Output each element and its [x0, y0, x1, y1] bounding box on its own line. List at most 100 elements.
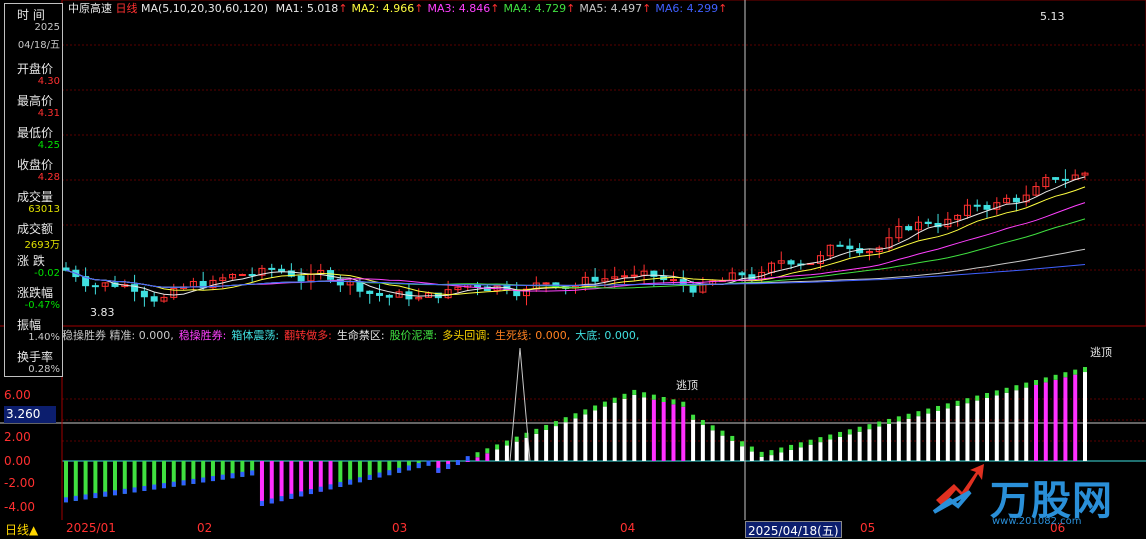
- indicator-bar: [573, 418, 578, 461]
- logo-url: www.201082.com: [992, 516, 1082, 527]
- indicator-bar: [83, 461, 88, 500]
- indicator-cap: [64, 497, 68, 503]
- quote-info-panel: 时 间 2025 04/18/五 开盘价 4.30 最高价 4.31 最低价 4.25 收盘…: [4, 3, 63, 377]
- quote-row: 收盘价 4.28: [5, 156, 62, 188]
- indicator-cap: [377, 472, 382, 478]
- cursor-date-box: 2025/04/18(五): [745, 521, 842, 538]
- indicator-bar: [681, 406, 686, 461]
- period-label[interactable]: 日线: [116, 2, 138, 15]
- indicator-cap: [612, 397, 617, 403]
- quote-row: 成交额 2693万: [5, 220, 62, 252]
- indicator-header: 稳操胜券 精准: 0.000, 稳操胜券: 箱体震荡: 翻转做多: 生命禁区: 股价泥潭:…: [62, 327, 644, 343]
- candle-body: [91, 285, 99, 288]
- ma-line: [65, 218, 1086, 289]
- cursor-value-box: 3.260: [4, 406, 56, 423]
- indicator-cap: [769, 450, 774, 456]
- quote-row: 涨跌幅 -0.47%: [5, 284, 62, 316]
- indicator-bar: [779, 452, 784, 461]
- quote-row: 涨 跌 -0.02: [5, 252, 62, 284]
- indicator-bar: [847, 434, 852, 461]
- y-axis-tick-label: 6.00: [4, 388, 31, 402]
- indicator-bar: [965, 403, 970, 461]
- indicator-bar: [789, 449, 794, 461]
- period-switch[interactable]: 日线▲: [5, 521, 38, 538]
- indicator-cap: [485, 448, 490, 454]
- indicator-cap: [1024, 382, 1029, 388]
- up-arrow-icon: ↑: [414, 2, 424, 15]
- indicator-cap: [906, 413, 911, 419]
- quote-year: 2025: [34, 22, 60, 33]
- quote-row: 最高价 4.31: [5, 92, 62, 124]
- indicator-cap: [877, 421, 882, 427]
- indicator-cap: [348, 479, 353, 485]
- ma-value: MA4: 4.729↑: [503, 2, 575, 15]
- indicator-cap: [357, 477, 362, 483]
- indicator-cap: [936, 405, 941, 411]
- indicator-bar: [1004, 392, 1009, 461]
- indicator-bar: [632, 394, 637, 461]
- indicator-bar: [749, 451, 754, 461]
- quote-row: 振幅 1.40%: [5, 316, 62, 348]
- ma-label: MA6:: [655, 2, 684, 15]
- candle-body: [591, 276, 599, 282]
- indicator-cap: [857, 426, 862, 432]
- escape-top-signal-left: 逃顶: [676, 379, 698, 392]
- indicator-cap: [1043, 377, 1048, 383]
- indicator-bar: [465, 461, 470, 462]
- ma-value: MA2: 4.966↑: [352, 2, 424, 15]
- indicator-bar: [269, 461, 274, 504]
- time-label: 时 间: [17, 8, 45, 22]
- indicator-cap: [985, 392, 990, 398]
- indicator-bar: [1063, 377, 1068, 461]
- candle-body: [973, 204, 981, 207]
- indicator-cap: [406, 465, 411, 471]
- ma-number: 5.018: [306, 2, 339, 15]
- indicator-bar: [985, 397, 990, 461]
- indicator-cap: [740, 441, 745, 447]
- indicator-bar: [563, 422, 568, 461]
- moving-average-lines: [65, 176, 1086, 297]
- ma-label: MA5:: [579, 2, 608, 15]
- ma-line: [65, 176, 1086, 297]
- indicator-cap: [779, 447, 784, 453]
- indicator-bar: [602, 406, 607, 461]
- main-chart-header: 中原高速 日线 MA(5,10,20,30,60,120) MA1: 5.018…: [68, 0, 727, 16]
- indicator-cap: [975, 395, 980, 401]
- candle-body: [669, 279, 677, 282]
- indicator-cap: [661, 397, 666, 402]
- indicator-cap: [720, 430, 725, 436]
- indicator-cap: [700, 420, 705, 426]
- indicator-bar: [583, 414, 588, 461]
- indicator-cap: [671, 399, 676, 405]
- candle-body: [924, 221, 932, 224]
- y-axis-tick-label: 0.00: [4, 454, 31, 468]
- quote-row-label: 换手率: [17, 350, 54, 364]
- quote-row-label: 收盘价: [17, 158, 54, 172]
- escape-top-signal-right: 逃顶: [1090, 346, 1112, 359]
- indicator-bar: [642, 397, 647, 461]
- up-arrow-icon: ↑: [718, 2, 728, 15]
- candle-body: [630, 274, 638, 277]
- indicator-cap: [847, 429, 852, 435]
- indicator-cap: [210, 476, 215, 482]
- indicator-bar: [544, 429, 549, 461]
- ma-value: MA3: 4.846↑: [427, 2, 499, 15]
- indicator-cap: [602, 401, 607, 407]
- indicator-cap: [181, 480, 186, 486]
- candle-body: [366, 290, 374, 294]
- indicator-legend-item: 生命禁区:: [336, 329, 385, 342]
- indicator-cap: [710, 425, 715, 431]
- ma-number: 4.729: [534, 2, 567, 15]
- stock-chart[interactable]: [0, 0, 1146, 537]
- indicator-bar: [769, 455, 774, 461]
- indicator-cap: [240, 471, 245, 477]
- indicator-cap: [926, 408, 931, 414]
- indicator-bar: [64, 461, 68, 503]
- indicator-bar: [593, 410, 598, 461]
- ma-label: MA4:: [503, 2, 532, 15]
- indicator-bar: [936, 410, 941, 461]
- indicator-bar: [887, 423, 892, 461]
- up-arrow-icon: ↑: [566, 2, 576, 15]
- indicator-bar: [259, 461, 264, 506]
- indicator-cap: [455, 460, 460, 466]
